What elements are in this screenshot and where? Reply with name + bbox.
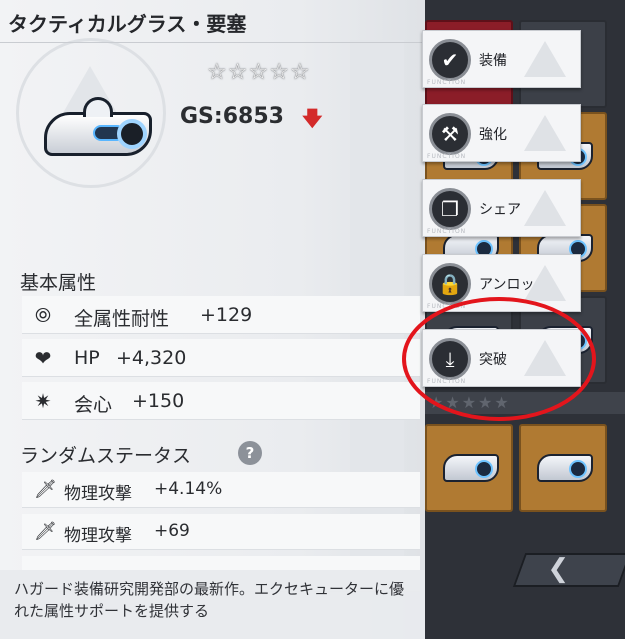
sword-icon: 🗡 <box>34 479 57 500</box>
hammer-icon: ⚒ <box>429 113 471 155</box>
check-icon: ✔ <box>429 39 471 81</box>
item-description: ハガード装備研究開発部の最新作。エクセキューターに優れた属性サポートを提供する <box>0 570 425 639</box>
chevron-left-icon: ❮ <box>547 554 570 584</box>
help-icon[interactable]: ? <box>238 441 262 465</box>
stat-value: +69 <box>154 521 190 541</box>
stat-value: +129 <box>200 304 253 326</box>
tactical-glasses-image <box>44 97 152 156</box>
item-title: タクティカルグラス・要塞 <box>8 12 247 36</box>
star-icon: ☆ <box>227 60 248 85</box>
heart-icon: ❤ <box>34 346 52 370</box>
function-label: 装備 <box>479 53 507 69</box>
glasses-item-icon <box>537 454 593 482</box>
highlight-annotation-circle <box>402 297 596 421</box>
function-sublabel: FUNCTION <box>427 153 467 160</box>
stat-value: +4,320 <box>116 347 187 369</box>
stat-value: +4.14% <box>154 479 223 499</box>
star-icon: ☆ <box>248 60 269 85</box>
item-title-bar: タクティカルグラス・要塞 <box>0 0 425 44</box>
decorative-triangle <box>524 41 566 77</box>
stat-name: 物理攻撃 <box>64 526 132 546</box>
function-sublabel: FUNCTION <box>427 79 467 86</box>
decorative-triangle <box>524 265 566 301</box>
enhance-button[interactable]: ⚒ 強化 FUNCTION <box>422 104 581 162</box>
star-icon: ☆ <box>289 60 310 85</box>
stat-name: HP <box>74 347 100 369</box>
all-resist-icon: ⦾ <box>35 303 51 327</box>
share-button[interactable]: ❐ シェア FUNCTION <box>422 179 581 237</box>
sword-icon: 🗡 <box>34 521 57 542</box>
star-icon: ☆ <box>207 60 227 85</box>
stat-name: 会心 <box>74 394 113 416</box>
star-icon: ☆ <box>269 60 289 85</box>
inventory-slot[interactable] <box>425 424 513 512</box>
function-label: シェア <box>479 202 521 218</box>
gear-score-down-icon: 🡇 <box>302 106 323 130</box>
decorative-triangle <box>524 115 566 151</box>
random-stat-row: 🗡 物理攻撃 +69 <box>22 514 420 550</box>
function-sublabel: FUNCTION <box>427 228 467 235</box>
random-status-heading: ランダムステータス <box>20 445 192 467</box>
basic-stat-row: ✷ 会心 +150 <box>22 382 420 420</box>
lock-icon: 🔒 <box>429 263 471 305</box>
equip-button[interactable]: ✔ 装備 FUNCTION <box>422 30 581 88</box>
stat-value: +150 <box>132 390 185 412</box>
inventory-slot[interactable] <box>519 424 607 512</box>
share-icon: ❐ <box>429 188 471 230</box>
stat-name: 物理攻撃 <box>64 484 132 504</box>
stat-name: 全属性耐性 <box>74 308 170 330</box>
glasses-item-icon <box>443 454 499 482</box>
rarity-stars: ☆ ☆ ☆ ☆ ☆ <box>207 62 310 84</box>
title-divider <box>0 42 425 43</box>
gear-score: GS:6853 <box>180 104 284 129</box>
decorative-triangle <box>524 190 566 226</box>
page-back-button[interactable]: ❮ <box>512 553 625 587</box>
basic-attributes-heading: 基本属性 <box>20 272 97 294</box>
basic-stat-row: ❤ HP +4,320 <box>22 339 420 377</box>
function-label: 強化 <box>479 127 507 143</box>
basic-stat-row: ⦾ 全属性耐性 +129 <box>22 296 420 334</box>
random-stat-row: 🗡 物理攻撃 +4.14% <box>22 472 420 508</box>
item-detail-panel: タクティカルグラス・要塞 ☆ ☆ ☆ ☆ ☆ GS:6853 🡇 基本属性 ⦾ … <box>0 0 425 639</box>
crit-burst-icon: ✷ <box>34 389 52 413</box>
